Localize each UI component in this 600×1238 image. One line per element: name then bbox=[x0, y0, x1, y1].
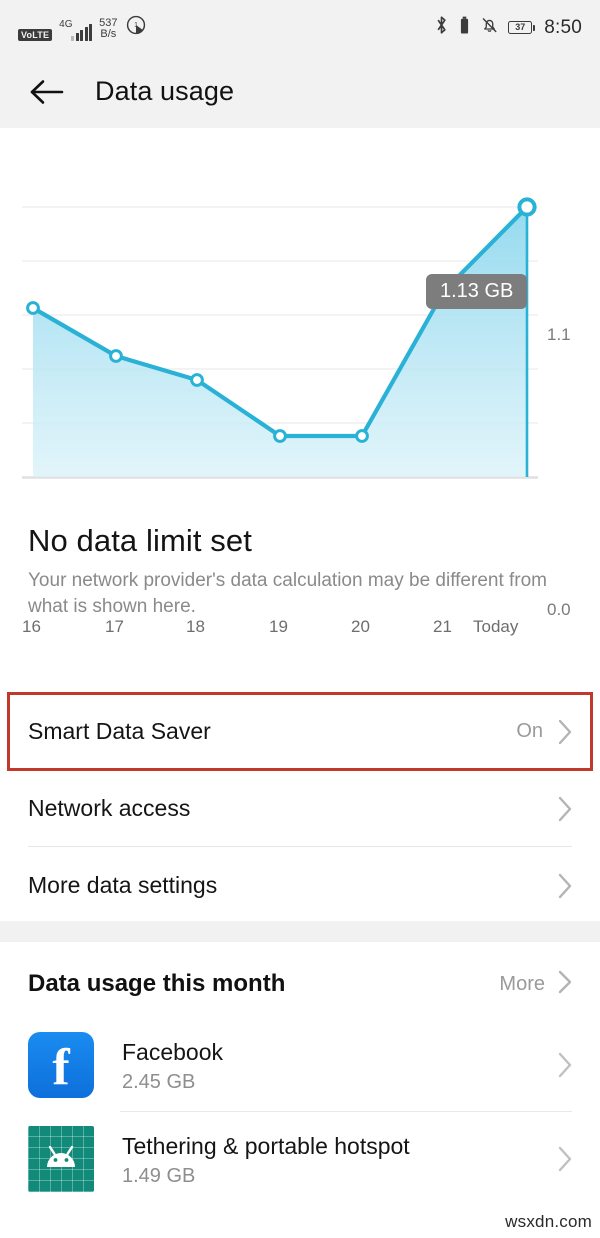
chevron-right-icon bbox=[557, 1050, 574, 1080]
svg-text:1: 1 bbox=[134, 22, 138, 29]
data-speed-indicator: 537 B/s bbox=[99, 17, 117, 41]
x-tick-21: 21 bbox=[433, 617, 452, 636]
status-bar-right: 37 8:50 bbox=[434, 15, 582, 40]
x-axis-labels: 16 17 18 19 20 21 Today bbox=[0, 618, 600, 644]
y-axis-label-max: 1.1 bbox=[547, 325, 571, 344]
settings-row-group: Smart Data Saver On Network access More … bbox=[0, 693, 600, 924]
bluetooth-icon bbox=[434, 15, 449, 40]
app-size: 1.49 GB bbox=[122, 1165, 196, 1188]
volte-badge: VoLTE bbox=[18, 29, 53, 41]
app-text-block: Facebook 2.45 GB bbox=[122, 1038, 223, 1092]
data-speed-unit: B/s bbox=[100, 28, 117, 41]
month-usage-title: Data usage this month bbox=[28, 970, 286, 997]
status-bar-left: VoLTE 4G 537 B/s 1 bbox=[18, 14, 147, 41]
chevron-right-icon[interactable] bbox=[557, 968, 574, 1001]
app-usage-list: f Facebook 2.45 GB Tethering & portable … bbox=[0, 1018, 600, 1206]
row-more-data-settings[interactable]: More data settings bbox=[0, 847, 600, 924]
app-bar: Data usage bbox=[0, 55, 600, 128]
signal-bar-group bbox=[71, 24, 93, 41]
app-row-facebook[interactable]: f Facebook 2.45 GB bbox=[0, 1018, 600, 1112]
data-limit-title: No data limit set bbox=[28, 523, 252, 558]
chevron-right-icon bbox=[557, 871, 574, 901]
clock-label: 8:50 bbox=[544, 16, 582, 38]
x-tick-19: 19 bbox=[269, 617, 288, 636]
status-bar: VoLTE 4G 537 B/s 1 37 8:50 bbox=[0, 0, 600, 55]
battery-cap bbox=[533, 24, 536, 31]
back-arrow-icon[interactable] bbox=[28, 73, 66, 111]
row-network-access[interactable]: Network access bbox=[0, 770, 600, 847]
page-title: Data usage bbox=[95, 76, 235, 106]
silent-battery-glyph bbox=[458, 16, 471, 40]
x-tick-16: 16 bbox=[22, 617, 41, 636]
app-name: Tethering & portable hotspot bbox=[122, 1132, 410, 1159]
chart-plot-area bbox=[22, 197, 538, 479]
month-usage-header: Data usage this month More bbox=[0, 960, 600, 1008]
chevron-right-icon bbox=[557, 1144, 574, 1174]
section-divider-band bbox=[0, 921, 600, 942]
x-tick-today: Today bbox=[473, 617, 519, 636]
x-tick-17: 17 bbox=[105, 617, 124, 636]
data-usage-chart[interactable]: 1.13 GB 1.1 0.0 16 17 18 19 20 21 Today bbox=[0, 128, 600, 635]
chevron-right-icon bbox=[557, 794, 574, 824]
row-label: More data settings bbox=[28, 872, 218, 898]
row-label: Network access bbox=[28, 795, 191, 821]
app-text-block: Tethering & portable hotspot 1.49 GB bbox=[122, 1132, 410, 1186]
data-limit-subtitle: Your network provider's data calculation… bbox=[28, 569, 548, 617]
row-label: Smart Data Saver bbox=[28, 718, 211, 744]
facebook-icon: f bbox=[28, 1032, 94, 1098]
data-usage-screen: VoLTE 4G 537 B/s 1 37 8:50 Data usage 1.… bbox=[0, 0, 600, 1238]
signal-bars-icon: 4G bbox=[59, 19, 93, 41]
app-name: Facebook bbox=[122, 1038, 224, 1065]
data-limit-block: No data limit set Your network provider'… bbox=[28, 523, 558, 620]
app-size: 2.45 GB bbox=[122, 1071, 196, 1094]
app-row-tethering[interactable]: Tethering & portable hotspot 1.49 GB bbox=[0, 1112, 600, 1206]
x-tick-18: 18 bbox=[186, 617, 205, 636]
row-smart-data-saver[interactable]: Smart Data Saver On bbox=[0, 693, 600, 770]
x-tick-20: 20 bbox=[351, 617, 370, 636]
battery-level-label: 37 bbox=[508, 21, 533, 34]
row-value: On bbox=[516, 720, 543, 742]
battery-icon: 37 bbox=[508, 21, 536, 34]
chart-tooltip: 1.13 GB bbox=[426, 274, 528, 309]
mute-bell-icon bbox=[480, 15, 499, 40]
network-type-label: 4G bbox=[59, 19, 73, 30]
android-tethering-icon bbox=[28, 1126, 94, 1192]
watermark-label: wsxdn.com bbox=[505, 1212, 592, 1231]
month-usage-more-label[interactable]: More bbox=[499, 973, 557, 996]
chevron-right-icon bbox=[557, 717, 574, 747]
data-saver-icon: 1 bbox=[125, 14, 147, 41]
